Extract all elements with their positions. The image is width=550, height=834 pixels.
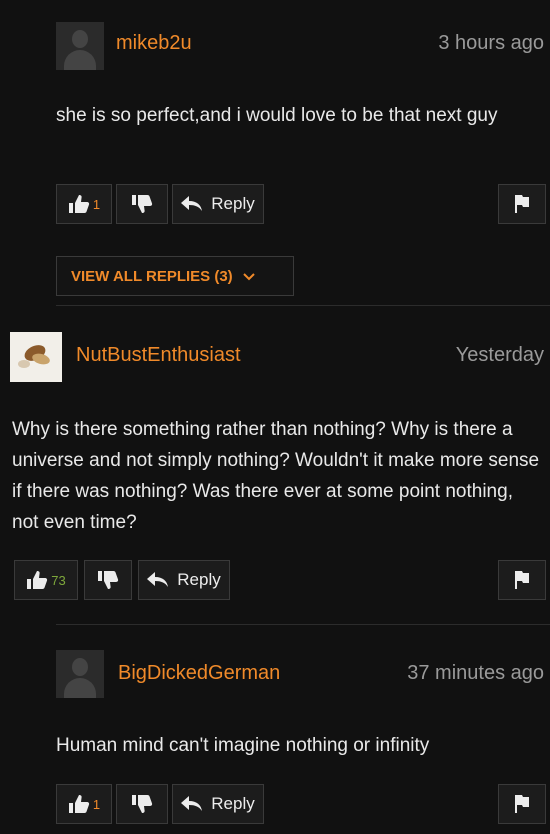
flag-icon [514,794,530,814]
like-count: 1 [92,796,101,812]
comment-text: Human mind can't imagine nothing or infi… [56,735,430,756]
reply-arrow-icon [181,796,203,812]
comment-timestamp: 37 minutes ago [407,662,544,684]
flag-button[interactable] [498,784,546,824]
reply-label: Reply [211,794,255,813]
thumbs-up-icon [68,794,90,814]
dislike-button[interactable] [116,784,168,824]
thumbs-down-icon [131,794,153,814]
default-avatar-icon[interactable] [56,650,104,698]
comment-username[interactable]: BigDickedGerman [118,662,280,685]
comment-bigdickedgerman: BigDickedGerman 37 minutes ago Human min… [0,0,550,834]
reply-button[interactable]: Reply [172,784,264,824]
like-button[interactable]: 1 [56,784,112,824]
